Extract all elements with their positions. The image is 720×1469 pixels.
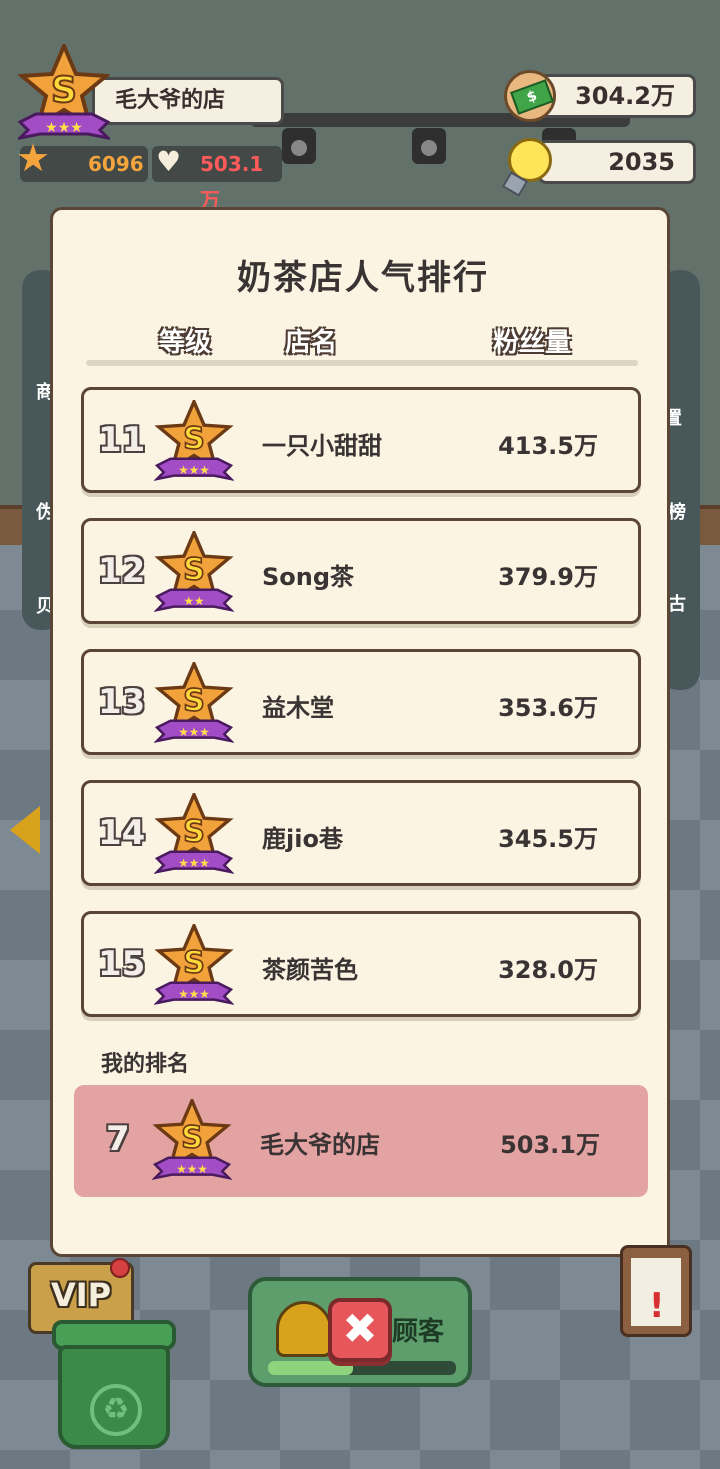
grade-letter: S xyxy=(183,684,205,719)
customer-progress-fill xyxy=(268,1361,353,1375)
rank-number: 15 xyxy=(98,944,146,984)
shop-name: 毛大爷的店 xyxy=(115,88,226,113)
grade-s-badge-icon: S ★★★ xyxy=(153,659,235,750)
close-button[interactable]: ✖ xyxy=(328,1298,392,1362)
grade-letter: S xyxy=(183,553,205,588)
alert-icon: ! xyxy=(649,1286,665,1326)
stars-value: 6096 xyxy=(88,152,144,176)
shop-name: 一只小甜甜 xyxy=(262,432,382,460)
fans-count: 379.9万 xyxy=(498,563,598,591)
my-ranking-row[interactable]: 7 S ★★★ 毛大爷的店 503.1万 xyxy=(74,1085,648,1197)
money-plate[interactable]: 304.2万 xyxy=(538,74,696,118)
shop-name-plate[interactable]: 毛大爷的店 xyxy=(92,77,284,125)
column-header-level: 等级 xyxy=(159,328,212,358)
notification-dot-icon xyxy=(110,1258,130,1278)
bell-icon xyxy=(276,1301,332,1357)
ideas-plate[interactable]: 2035 xyxy=(538,140,696,184)
side-menu-label[interactable]: 榜 xyxy=(668,498,686,524)
fans-heart-icon: ♥ xyxy=(156,145,182,178)
ideas-value: 2035 xyxy=(608,148,675,176)
shop-name: 鹿jio巷 xyxy=(262,825,343,853)
ranking-row[interactable]: 11 S ★★★ 一只小甜甜 413.5万 xyxy=(81,387,641,493)
customer-label: 顾客 xyxy=(392,1317,445,1347)
ranking-row[interactable]: 15 S ★★★ 茶颜苦色 328.0万 xyxy=(81,911,641,1017)
grade-letter: S xyxy=(183,422,205,457)
vip-label: VIP xyxy=(50,1276,112,1314)
svg-text:★★★: ★★★ xyxy=(178,987,210,1001)
clipboard-icon[interactable]: ! xyxy=(620,1245,692,1337)
shop-name: Song茶 xyxy=(262,563,355,591)
modal-title: 奶茶店人气排行 xyxy=(237,258,489,298)
side-menu-label[interactable]: 古 xyxy=(668,590,686,616)
grade-letter: S xyxy=(183,946,205,981)
fans-count: 353.6万 xyxy=(498,694,598,722)
shop-grade-badge-icon[interactable]: S ★★★ xyxy=(15,40,113,148)
svg-text:★★: ★★ xyxy=(183,594,204,608)
fans-count: 328.0万 xyxy=(498,956,598,984)
svg-text:★★★: ★★★ xyxy=(178,856,210,870)
ranking-row[interactable]: 14 S ★★★ 鹿jio巷 345.5万 xyxy=(81,780,641,886)
grade-s-badge-icon: S ★★★ xyxy=(153,397,235,488)
grade-s-badge-icon: S ★★★ xyxy=(153,921,235,1012)
grade-s-badge-icon: S ★★★ xyxy=(151,1096,233,1187)
grade-letter: S xyxy=(183,815,205,850)
money-value: 304.2万 xyxy=(575,82,675,110)
spotlight-icon xyxy=(282,128,316,164)
left-arrow-icon[interactable] xyxy=(10,806,40,854)
svg-text:★★★: ★★★ xyxy=(45,120,83,136)
header-divider xyxy=(86,360,638,366)
ranking-row[interactable]: 13 S ★★★ 益木堂 353.6万 xyxy=(81,649,641,755)
stars-stat: ★ 6096 xyxy=(16,139,148,182)
rank-number: 11 xyxy=(98,420,146,460)
shop-name: 茶颜苦色 xyxy=(262,956,358,984)
column-header-name: 店名 xyxy=(285,328,338,358)
my-rank-label: 我的排名 xyxy=(101,1052,190,1077)
fans-count: 413.5万 xyxy=(498,432,598,460)
svg-text:★★★: ★★★ xyxy=(178,463,210,477)
rank-number: 14 xyxy=(98,813,146,853)
money-icon: $ xyxy=(504,70,556,122)
shop-name: 益木堂 xyxy=(262,694,334,722)
recycle-icon: ♻ xyxy=(90,1384,142,1436)
customer-progress-bar xyxy=(268,1361,456,1375)
grade-letter: S xyxy=(51,70,77,111)
my-rank-number: 7 xyxy=(106,1119,130,1159)
grade-letter: S xyxy=(181,1121,203,1156)
ranking-row[interactable]: 12 S ★★ Song茶 379.9万 xyxy=(81,518,641,624)
fans-count: 345.5万 xyxy=(498,825,598,853)
star-icon: ★ xyxy=(16,136,51,180)
spotlight-icon xyxy=(412,128,446,164)
fans-stat: ♥ 503.1万 xyxy=(152,145,282,212)
column-header-fans: 粉丝量 xyxy=(493,328,572,358)
my-fans-count: 503.1万 xyxy=(500,1131,600,1159)
ranking-modal: 奶茶店人气排行 等级 店名 粉丝量 11 S ★★★ 一只小甜甜 413.5万 … xyxy=(50,207,670,1257)
grade-s-badge-icon: S ★★ xyxy=(153,528,235,619)
rank-number: 12 xyxy=(98,551,146,591)
grade-s-badge-icon: S ★★★ xyxy=(153,790,235,881)
lightbulb-icon xyxy=(501,138,552,197)
svg-text:★★★: ★★★ xyxy=(176,1162,208,1176)
rank-number: 13 xyxy=(98,682,146,722)
svg-text:★★★: ★★★ xyxy=(178,725,210,739)
my-shop-name: 毛大爷的店 xyxy=(260,1131,380,1159)
